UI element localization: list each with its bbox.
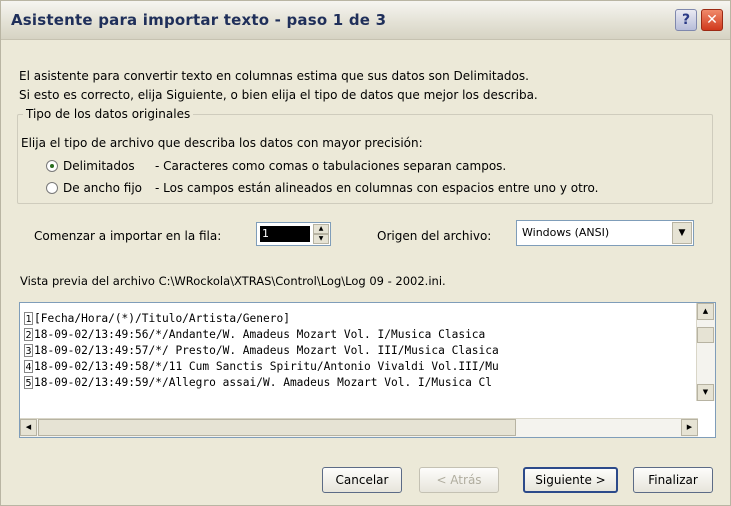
scroll-down-icon[interactable]: ▼ [697, 384, 714, 401]
preview-line: 5 18-09-02/13:49:59/*/Allegro assai/W. A… [24, 375, 696, 391]
close-icon: ✕ [706, 12, 718, 28]
intro-line-1: El asistente para convertir texto en col… [19, 69, 529, 83]
spin-buttons: ▲ ▼ [313, 224, 329, 244]
start-row-spinner[interactable]: 1 ▲ ▼ [256, 222, 331, 246]
line-number: 5 [24, 376, 33, 389]
radio-fixed-width[interactable]: De ancho fijo - Los campos están alinead… [46, 181, 598, 195]
help-button[interactable]: ? [675, 9, 697, 31]
start-row-input[interactable]: 1 [260, 226, 310, 242]
line-number: 4 [24, 360, 33, 373]
vertical-scroll-thumb[interactable] [697, 327, 714, 343]
line-text: 18-09-02/13:49:56/*/Andante/W. Amadeus M… [34, 328, 486, 341]
line-number: 1 [24, 312, 33, 325]
file-origin-label: Origen del archivo: [377, 229, 492, 243]
chevron-down-icon[interactable]: ▼ [672, 222, 692, 244]
radio-fixed-width-description: - Los campos están alineados en columnas… [155, 181, 599, 195]
spin-up-icon[interactable]: ▲ [313, 224, 329, 234]
radio-unselected-icon[interactable] [46, 182, 58, 194]
radio-delimited-description: - Caracteres como comas o tabulaciones s… [155, 159, 507, 173]
line-text: [Fecha/Hora/(*)/Titulo/Artista/Genero] [34, 312, 290, 325]
vertical-scrollbar[interactable]: ▲ ▼ [696, 303, 715, 401]
line-number: 2 [24, 328, 33, 341]
intro-line-2: Si esto es correcto, elija Siguiente, o … [19, 88, 538, 102]
preview-lines: 1 [Fecha/Hora/(*)/Titulo/Artista/Genero]… [24, 311, 696, 391]
horizontal-scrollbar[interactable]: ◀ ▶ [20, 418, 698, 437]
next-button[interactable]: Siguiente > [523, 467, 618, 493]
preview-label: Vista previa del archivo C:\WRockola\XTR… [20, 274, 446, 288]
file-origin-value: Windows (ANSI) [522, 226, 610, 239]
title-bar[interactable]: Asistente para importar texto - paso 1 d… [1, 1, 730, 40]
radio-fixed-width-label[interactable]: De ancho fijo [63, 181, 155, 195]
horizontal-scroll-thumb[interactable] [38, 419, 516, 436]
cancel-button[interactable]: Cancelar [322, 467, 402, 493]
line-number: 3 [24, 344, 33, 357]
original-data-type-legend: Tipo de los datos originales [23, 107, 194, 121]
help-icon: ? [681, 12, 691, 28]
radio-delimited[interactable]: Delimitados - Caracteres como comas o ta… [46, 159, 506, 173]
scroll-up-icon[interactable]: ▲ [697, 303, 714, 320]
radio-selected-icon[interactable] [46, 160, 58, 172]
line-text: 18-09-02/13:49:58/*/11 Cum Sanctis Spiri… [34, 360, 499, 373]
window-title: Asistente para importar texto - paso 1 d… [11, 11, 387, 29]
finish-button[interactable]: Finalizar [633, 467, 713, 493]
start-row-label: Comenzar a importar en la fila: [34, 229, 222, 243]
line-text: 18-09-02/13:49:59/*/Allegro assai/W. Ama… [34, 376, 493, 389]
text-import-wizard-dialog: Asistente para importar texto - paso 1 d… [0, 0, 731, 506]
scroll-left-icon[interactable]: ◀ [20, 419, 37, 436]
preview-line: 1 [Fecha/Hora/(*)/Titulo/Artista/Genero] [24, 311, 696, 327]
spin-down-icon[interactable]: ▼ [313, 234, 329, 244]
file-origin-select[interactable]: Windows (ANSI) ▼ [516, 220, 694, 246]
close-button[interactable]: ✕ [701, 9, 723, 31]
back-button[interactable]: < Atrás [419, 467, 499, 493]
scroll-right-icon[interactable]: ▶ [681, 419, 698, 436]
preview-line: 2 18-09-02/13:49:56/*/Andante/W. Amadeus… [24, 327, 696, 343]
radio-delimited-label[interactable]: Delimitados [63, 159, 155, 173]
file-preview[interactable]: 1 [Fecha/Hora/(*)/Titulo/Artista/Genero]… [19, 302, 716, 438]
preview-line: 3 18-09-02/13:49:57/*/ Presto/W. Amadeus… [24, 343, 696, 359]
line-text: 18-09-02/13:49:57/*/ Presto/W. Amadeus M… [34, 344, 499, 357]
preview-line: 4 18-09-02/13:49:58/*/11 Cum Sanctis Spi… [24, 359, 696, 375]
original-data-type-description: Elija el tipo de archivo que describa lo… [21, 136, 423, 150]
